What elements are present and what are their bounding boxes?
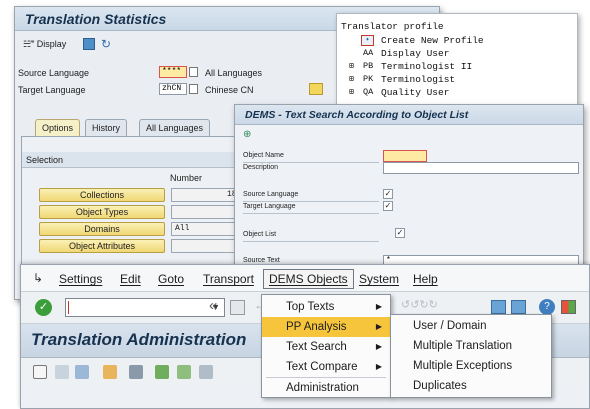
submenu-item-duplicates[interactable]: Duplicates (391, 376, 551, 396)
menu-item-text-compare[interactable]: Text Compare ▶ (262, 357, 390, 377)
exit-icon[interactable]: ↳ (33, 271, 43, 285)
glasses-icon: ☵‴ (23, 39, 35, 49)
tab-history[interactable]: History (85, 119, 128, 136)
translation-statistics-title: Translation Statistics (25, 11, 167, 27)
menu-item-text-search[interactable]: Text Search ▶ (262, 337, 390, 357)
expand-icon: ⊞ (349, 75, 354, 84)
export-icon[interactable] (83, 38, 95, 50)
new-profile-icon: ✦ (361, 35, 374, 46)
profile-item-display-user[interactable]: AA Display User (337, 47, 577, 60)
dems-dialog-titlebar: DEMS - Text Search According to Object L… (235, 105, 583, 125)
target-language-label: Target Language (18, 85, 86, 95)
object-list-checkbox[interactable]: ✓ (395, 228, 405, 238)
tab-all-languages[interactable]: All Languages (139, 119, 211, 136)
menu-system[interactable]: System (359, 272, 399, 286)
execute-icon[interactable]: ⊕ (243, 129, 251, 140)
cursor (68, 301, 69, 314)
display-button[interactable]: ☵‴ Display (23, 39, 66, 50)
lock-icon[interactable] (309, 83, 323, 95)
people-icon[interactable] (129, 365, 143, 379)
users-icon[interactable] (75, 365, 89, 379)
divider (243, 213, 379, 214)
expand-icon: ⊞ (349, 88, 354, 97)
submenu-arrow-icon: ▶ (375, 302, 382, 311)
profile-item-create[interactable]: ✦ Create New Profile (337, 34, 577, 47)
tab-options[interactable]: Options (35, 119, 81, 136)
source-language-text: All Languages (205, 68, 263, 78)
submenu-arrow-icon: ▶ (375, 362, 382, 371)
create-session-icon[interactable] (491, 300, 506, 314)
collapse-icon[interactable]: « (209, 297, 217, 314)
help-icon[interactable]: ? (539, 299, 555, 315)
source-language-checkbox[interactable]: ✓ (383, 189, 393, 199)
source-language-label: Source Language (18, 68, 90, 78)
domains-button[interactable]: Domains (39, 222, 165, 236)
enter-icon[interactable]: ✓ (35, 299, 52, 316)
divider (243, 201, 379, 202)
menu-item-administration[interactable]: Administration (262, 378, 390, 398)
submenu-item-multiple-translation[interactable]: Multiple Translation (391, 336, 551, 356)
refresh-icon[interactable]: ↻ (101, 37, 111, 51)
object-name-label: Object Name (243, 152, 284, 159)
pp-analysis-submenu: User / Domain Multiple Translation Multi… (390, 314, 552, 398)
source-language-help-icon[interactable] (189, 67, 198, 77)
transport-icon[interactable] (103, 365, 117, 379)
profile-item-terminologist-ii[interactable]: ⊞ PB Terminologist II (337, 60, 577, 73)
source-text-label: Source Text (243, 257, 280, 264)
menu-item-top-texts[interactable]: Top Texts ▶ (262, 297, 390, 317)
profile-item-quality-user[interactable]: ⊞ QA Quality User (337, 86, 577, 99)
collections-button[interactable]: Collections (39, 188, 165, 202)
menu-goto[interactable]: Goto (158, 272, 184, 286)
navigation-icons: ↺↺↻↻ (401, 299, 438, 311)
object-name-field[interactable] (383, 150, 427, 162)
menu-item-pp-analysis[interactable]: PP Analysis ▶ (262, 317, 390, 337)
menu-settings[interactable]: Settings (59, 272, 102, 286)
menu-transport[interactable]: Transport (203, 272, 254, 286)
target-language-help-icon[interactable] (189, 84, 198, 94)
dems-dialog-title: DEMS - Text Search According to Object L… (245, 109, 469, 121)
description-field[interactable] (383, 162, 579, 174)
save-icon[interactable] (230, 300, 245, 315)
dems-text-search-dialog: DEMS - Text Search According to Object L… (234, 104, 584, 276)
display-label: Display (36, 39, 67, 49)
expand-icon: ⊞ (349, 62, 354, 71)
worklist-icon[interactable] (55, 365, 69, 379)
shortcut-icon[interactable] (511, 300, 526, 314)
selection-label: Selection (26, 155, 64, 165)
dems-objects-menu: Top Texts ▶ PP Analysis ▶ Text Search ▶ … (261, 294, 391, 398)
submenu-arrow-icon: ▶ (375, 342, 382, 351)
divider (243, 241, 379, 242)
target-language-text: Chinese CN (205, 85, 254, 95)
source-language-field[interactable]: **** (159, 66, 187, 78)
submenu-item-user-domain[interactable]: User / Domain (391, 316, 551, 336)
submenu-item-multiple-exceptions[interactable]: Multiple Exceptions (391, 356, 551, 376)
target-language-field[interactable]: zhCN (159, 83, 187, 95)
translation-administration-title: Translation Administration (31, 330, 247, 349)
customize-layout-icon[interactable] (561, 300, 576, 314)
translator-profile-title: Translator profile (341, 21, 444, 32)
profile-item-terminologist[interactable]: ⊞ PK Terminologist (337, 73, 577, 86)
menu-dems-objects[interactable]: DEMS Objects (263, 269, 354, 289)
translator-profile-popup: Translator profile ✦ Create New Profile … (336, 13, 578, 116)
number-header: Number (170, 173, 203, 183)
document-icon[interactable] (33, 365, 47, 379)
divider (243, 162, 379, 163)
compare-icon[interactable] (177, 365, 191, 379)
dems-source-language-label: Source Language (243, 191, 299, 198)
menubar: ↳ Settings Edit Goto Transport DEMS Obje… (21, 265, 589, 292)
object-types-button[interactable]: Object Types (39, 205, 165, 219)
submenu-arrow-icon: ▶ (375, 322, 382, 331)
menu-edit[interactable]: Edit (120, 272, 141, 286)
menu-help[interactable]: Help (413, 272, 438, 286)
command-field[interactable]: ▼ (65, 298, 225, 317)
dems-target-language-label: Target Language (243, 203, 296, 210)
description-label: Description (243, 164, 279, 171)
profile-icon[interactable] (199, 365, 213, 379)
object-attributes-button[interactable]: Object Attributes (39, 239, 165, 253)
target-language-checkbox[interactable]: ✓ (383, 201, 393, 211)
statistics-icon[interactable] (155, 365, 169, 379)
object-list-label: Object List (243, 231, 277, 238)
